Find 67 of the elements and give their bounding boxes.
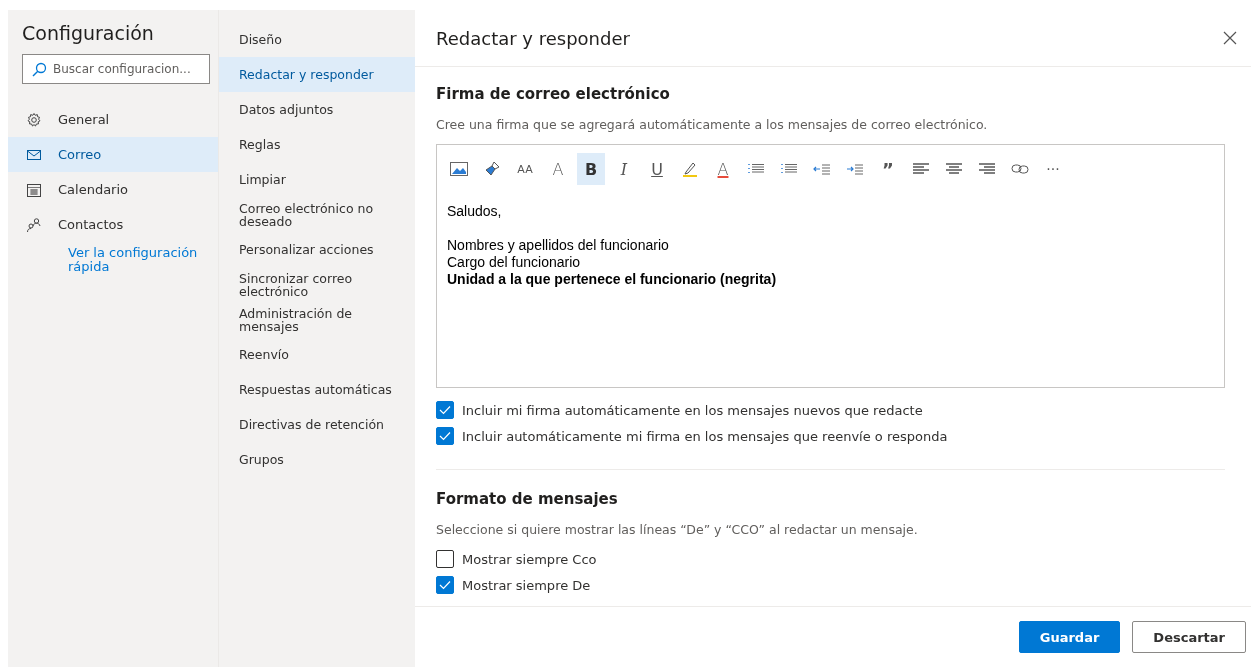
people-icon — [26, 216, 42, 233]
subnav-item[interactable]: Limpiar — [219, 162, 415, 197]
font-size-button[interactable]: AA — [511, 153, 539, 185]
align-left-icon[interactable] — [912, 162, 930, 176]
align-center-icon[interactable] — [945, 162, 963, 176]
checkbox-label: Incluir mi firma automáticamente en los mensajes nuevos que redacte — [462, 402, 923, 418]
settings-title: Configuración — [21, 22, 155, 46]
checkbox-label: Mostrar siempre Cco — [462, 551, 597, 567]
signature-text: Unidad a la que pertenece el funcionario (negrita) — [447, 271, 777, 287]
more-button[interactable]: ··· — [1039, 153, 1067, 185]
signature-text: Cargo del funcionario — [447, 254, 581, 270]
close-icon[interactable] — [1223, 31, 1237, 45]
section-description: Seleccione si quiere mostrar las líneas “De” y “CCO” al redactar un mensaje. — [436, 522, 919, 537]
brush-icon[interactable] — [483, 160, 501, 178]
link-icon[interactable] — [1011, 162, 1029, 176]
checkbox-label: Mostrar siempre De — [462, 577, 591, 593]
check-icon — [439, 405, 451, 415]
subnav-item[interactable]: Reenvío — [219, 337, 415, 372]
check-icon — [439, 431, 451, 441]
save-button[interactable]: Guardar — [1018, 621, 1121, 653]
signature-text: Nombres y apellidos del funcionario — [447, 237, 669, 253]
outdent-icon[interactable] — [813, 162, 831, 176]
subnav-item[interactable]: Correo electrónico no deseado — [219, 197, 415, 232]
nav-item[interactable]: Contactos — [8, 207, 218, 242]
bullet-list-icon[interactable] — [747, 162, 765, 176]
bold-button[interactable]: B — [577, 153, 605, 185]
search-icon — [31, 62, 47, 78]
align-right-icon[interactable] — [978, 162, 996, 176]
section-heading: Formato de mensajes — [436, 490, 619, 508]
discard-button[interactable]: Descartar — [1132, 621, 1246, 653]
calendar-icon — [26, 181, 42, 198]
section-heading: Firma de correo electrónico — [436, 85, 671, 103]
signature-text: Saludos, — [447, 203, 502, 219]
subnav-item[interactable]: Redactar y responder — [219, 57, 415, 92]
image-icon[interactable] — [450, 162, 468, 176]
grow-font-button[interactable]: A — [544, 153, 572, 185]
subnav-item[interactable]: Directivas de retención — [219, 407, 415, 442]
indent-icon[interactable] — [846, 162, 864, 176]
subnav-item[interactable]: Datos adjuntos — [219, 92, 415, 127]
quick-settings-link[interactable]: Ver la configuración rápida — [8, 242, 218, 274]
checkbox[interactable] — [436, 427, 454, 445]
checkbox[interactable] — [436, 401, 454, 419]
subnav-item[interactable]: Reglas — [219, 127, 415, 162]
numbered-list-icon[interactable] — [780, 162, 798, 176]
font-color-button[interactable]: A — [709, 153, 737, 185]
nav-item[interactable]: General — [8, 102, 218, 137]
panel-title: Redactar y responder — [436, 27, 630, 49]
gear-icon — [26, 111, 42, 128]
subnav-item[interactable]: Personalizar acciones — [219, 232, 415, 267]
checkbox-label: Incluir automáticamente mi firma en los mensajes que reenvíe o responda — [462, 428, 948, 444]
quote-button[interactable]: ” — [874, 153, 902, 185]
search-field[interactable]: Buscar configuracion... — [22, 54, 210, 84]
checkbox[interactable] — [436, 550, 454, 568]
nav-item[interactable]: Calendario — [8, 172, 218, 207]
highlighter-icon[interactable] — [681, 160, 699, 178]
check-icon — [439, 580, 451, 590]
subnav-item[interactable]: Diseño — [219, 22, 415, 57]
subnav-item[interactable]: Sincronizar correo electrónico — [219, 267, 415, 302]
subnav-item[interactable]: Grupos — [219, 442, 415, 477]
underline-button[interactable]: U — [643, 153, 671, 185]
italic-button[interactable]: I — [610, 153, 638, 185]
checkbox[interactable] — [436, 576, 454, 594]
subnav-item[interactable]: Respuestas automáticas — [219, 372, 415, 407]
nav-item[interactable]: Correo — [8, 137, 218, 172]
signature-editor[interactable]: AA A B I U A ” ··· Saludos, Nombres y apellidos del funcionario Cargo del funcionario Unidad a la que pertenece el funcionario (negrita) — [436, 144, 1225, 388]
subnav-item[interactable]: Administración de mensajes — [219, 302, 415, 337]
section-description: Cree una firma que se agregará automáticamente a los mensajes de correo electrónico. — [436, 117, 989, 132]
